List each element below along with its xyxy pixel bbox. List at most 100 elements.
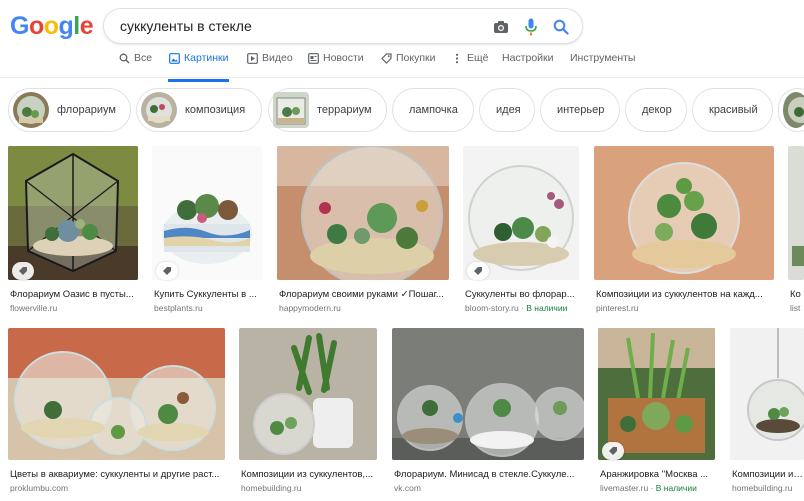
image-result[interactable]: Суккуленты во флорар... bloom-story.ru ·… <box>463 146 579 314</box>
result-title[interactable]: Композиции из су... <box>732 469 804 480</box>
image-result[interactable]: Флорариум. Минисад в стекле.Суккуле... v… <box>392 328 584 496</box>
result-source: happymodern.ru <box>279 303 341 313</box>
image-result[interactable]: Флорариум своими руками ✓Пошаг... happym… <box>277 146 449 314</box>
result-source: livemaster.ru · В наличии <box>600 483 697 493</box>
logo-letter: g <box>58 12 74 40</box>
image-result[interactable]: Композиции из су... homebuilding.ru <box>730 328 804 496</box>
video-icon <box>246 52 258 64</box>
result-source: flowerville.ru <box>10 303 58 313</box>
tab-label: Инструменты <box>570 52 636 64</box>
microphone-icon[interactable] <box>519 15 543 39</box>
result-source: homebuilding.ru <box>241 483 302 493</box>
chip-lampochka[interactable]: лампочка <box>392 88 474 132</box>
tab-tools[interactable]: Инструменты <box>570 52 635 78</box>
result-title[interactable]: Флорариум. Минисад в стекле.Суккуле... <box>394 469 584 480</box>
logo-letter: o <box>43 12 59 40</box>
source-domain: livemaster.ru <box>600 483 649 493</box>
tab-all[interactable]: Все <box>118 52 152 78</box>
chip-ideya[interactable]: идея <box>479 88 535 132</box>
product-tag-icon <box>156 262 178 280</box>
tab-news[interactable]: Новости <box>307 52 364 78</box>
result-title[interactable]: Суккуленты во флорар... <box>465 289 579 300</box>
chip-composition[interactable]: композиция <box>136 88 262 132</box>
tab-video[interactable]: Видео <box>246 52 293 78</box>
chip-thumbnail <box>13 92 49 128</box>
search-icon[interactable] <box>549 15 573 39</box>
result-source: list <box>790 303 801 313</box>
search-input[interactable]: суккуленты в стекле <box>120 18 252 34</box>
news-icon <box>307 52 319 64</box>
result-thumbnail <box>152 146 262 280</box>
chip-thumbnail <box>783 92 804 128</box>
tab-label: Покупки <box>396 52 436 64</box>
image-result[interactable]: Флорариум Оазис в пусты... flowerville.r… <box>8 146 138 314</box>
chip-thumbnail <box>273 92 309 128</box>
result-thumbnail <box>8 146 138 280</box>
chip-label: красивый <box>709 104 758 116</box>
image-result[interactable]: Аранжировка "Москва ... livemaster.ru · … <box>598 328 715 496</box>
result-source: bestplants.ru <box>154 303 203 313</box>
search-box[interactable]: суккуленты в стекле <box>103 8 583 44</box>
image-result[interactable]: Композиции из суккулентов на кажд... pin… <box>594 146 774 314</box>
tab-label: Настройки <box>502 52 554 64</box>
more-vert-icon <box>451 52 463 64</box>
logo-letter: o <box>28 12 44 40</box>
tab-settings[interactable]: Настройки <box>502 52 554 78</box>
product-tag-icon <box>467 262 489 280</box>
image-result[interactable]: Ко list <box>788 146 804 314</box>
result-source: homebuilding.ru <box>732 483 793 493</box>
chip-label: террариум <box>317 104 372 116</box>
google-logo[interactable]: Google <box>10 12 94 40</box>
chip-florarium[interactable]: флорариум <box>8 88 131 132</box>
result-title[interactable]: Композиции из суккулентов,... <box>241 469 377 480</box>
result-source: pinterest.ru <box>596 303 639 313</box>
result-thumbnail <box>239 328 377 460</box>
result-thumbnail <box>598 328 715 460</box>
chip-decor[interactable]: декор <box>625 88 687 132</box>
result-thumbnail <box>730 328 804 460</box>
result-source: bloom-story.ru · В наличии <box>465 303 568 313</box>
chip-thumbnail <box>141 92 177 128</box>
image-result[interactable]: Композиции из суккулентов,... homebuildi… <box>239 328 377 496</box>
chip-terrarium[interactable]: террариум <box>268 88 387 132</box>
tab-shopping[interactable]: Покупки <box>380 52 436 78</box>
chip-label: флорариум <box>57 104 116 116</box>
search-tabs: Все Картинки Видео Новости Покупки Ещё Н… <box>0 48 804 82</box>
camera-icon[interactable] <box>489 15 513 39</box>
result-thumbnail <box>277 146 449 280</box>
in-stock-label: В наличии <box>655 483 697 493</box>
result-source: proklumbu.com <box>10 483 69 493</box>
tab-images[interactable]: Картинки <box>168 52 229 82</box>
result-thumbnail <box>463 146 579 280</box>
chip-label: декор <box>642 104 672 116</box>
result-title[interactable]: Цветы в аквариуме: суккуленты и другие р… <box>10 469 225 480</box>
logo-letter: G <box>10 12 29 40</box>
result-source: vk.com <box>394 483 421 493</box>
tab-label: Новости <box>323 52 364 64</box>
in-stock-label: В наличии <box>526 303 568 313</box>
chip-label: интерьер <box>557 104 605 116</box>
tab-label: Ещё <box>467 52 489 64</box>
chip-label: лампочка <box>409 104 458 116</box>
result-title[interactable]: Композиции из суккулентов на кажд... <box>596 289 774 300</box>
result-thumbnail <box>788 146 804 280</box>
result-thumbnail <box>392 328 584 460</box>
logo-letter: e <box>79 12 94 40</box>
tab-more[interactable]: Ещё <box>451 52 488 78</box>
product-tag-icon <box>12 262 34 280</box>
product-tag-icon <box>602 442 624 460</box>
result-title[interactable]: Ко <box>790 289 804 300</box>
image-result[interactable]: Цветы в аквариуме: суккуленты и другие р… <box>8 328 225 496</box>
chip-label: идея <box>496 104 521 116</box>
chip-label: композиция <box>185 104 246 116</box>
image-result[interactable]: Купить Суккуленты в ... bestplants.ru <box>152 146 262 314</box>
result-title[interactable]: Флорариум Оазис в пусты... <box>10 289 138 300</box>
result-title[interactable]: Купить Суккуленты в ... <box>154 289 262 300</box>
result-title[interactable]: Аранжировка "Москва ... <box>600 469 715 480</box>
chip-next[interactable] <box>778 88 804 132</box>
chip-interior[interactable]: интерьер <box>540 88 620 132</box>
result-thumbnail <box>8 328 225 460</box>
search-icon <box>118 52 130 64</box>
result-title[interactable]: Флорариум своими руками ✓Пошаг... <box>279 289 449 300</box>
chip-krasivy[interactable]: красивый <box>692 88 773 132</box>
